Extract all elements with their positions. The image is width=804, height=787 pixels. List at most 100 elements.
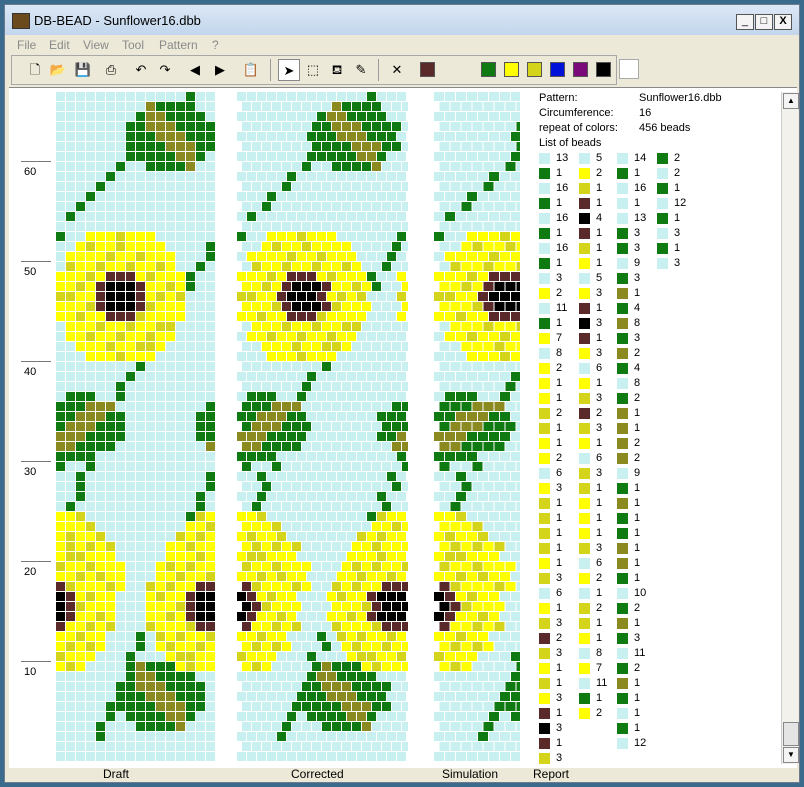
bead-cell[interactable]: [397, 692, 406, 701]
bead-cell[interactable]: [367, 372, 376, 381]
bead-cell[interactable]: [322, 102, 331, 111]
bead-cell[interactable]: [347, 512, 356, 521]
bead-cell[interactable]: [302, 522, 311, 531]
bead-cell[interactable]: [156, 532, 165, 541]
bead-cell[interactable]: [156, 642, 165, 651]
bead-cell[interactable]: [516, 742, 521, 751]
bead-cell[interactable]: [287, 332, 296, 341]
bead-cell[interactable]: [342, 202, 351, 211]
bead-cell[interactable]: [176, 272, 185, 281]
bead-cell[interactable]: [76, 92, 85, 101]
bead-cell[interactable]: [56, 562, 65, 571]
bead-cell[interactable]: [352, 122, 361, 131]
bead-cell[interactable]: [106, 252, 115, 261]
bead-cell[interactable]: [86, 732, 95, 741]
bead-cell[interactable]: [439, 122, 450, 131]
bead-cell[interactable]: [176, 152, 185, 161]
bead-cell[interactable]: [196, 292, 205, 301]
bead-cell[interactable]: [307, 552, 316, 561]
bead-cell[interactable]: [206, 602, 215, 611]
bead-cell[interactable]: [106, 372, 115, 381]
bead-cell[interactable]: [445, 612, 455, 621]
bead-cell[interactable]: [461, 522, 472, 531]
bead-cell[interactable]: [362, 302, 371, 311]
bead-cell[interactable]: [342, 222, 351, 231]
bead-cell[interactable]: [267, 212, 276, 221]
scroll-up-icon[interactable]: ▲: [783, 93, 799, 109]
bead-cell[interactable]: [332, 402, 341, 411]
bead-cell[interactable]: [176, 682, 185, 691]
bead-cell[interactable]: [297, 312, 306, 321]
bead-cell[interactable]: [292, 422, 301, 431]
bead-cell[interactable]: [86, 292, 95, 301]
bead-cell[interactable]: [392, 642, 401, 651]
bead-cell[interactable]: [362, 362, 371, 371]
bead-cell[interactable]: [96, 292, 105, 301]
bead-cell[interactable]: [287, 312, 296, 321]
bead-cell[interactable]: [116, 302, 125, 311]
bead-cell[interactable]: [247, 532, 256, 541]
bead-cell[interactable]: [489, 432, 499, 441]
bead-cell[interactable]: [247, 112, 256, 121]
bead-cell[interactable]: [66, 632, 75, 641]
bead-cell[interactable]: [377, 652, 386, 661]
bead-cell[interactable]: [342, 742, 351, 751]
bead-cell[interactable]: [382, 302, 391, 311]
bead-cell[interactable]: [186, 482, 195, 491]
bead-cell[interactable]: [186, 122, 195, 131]
bead-cell[interactable]: [116, 702, 125, 711]
bead-cell[interactable]: [307, 672, 316, 681]
bead-cell[interactable]: [292, 642, 301, 651]
bead-cell[interactable]: [176, 332, 185, 341]
bead-cell[interactable]: [86, 92, 95, 101]
bead-cell[interactable]: [176, 132, 185, 141]
bead-cell[interactable]: [402, 642, 408, 651]
bead-cell[interactable]: [176, 322, 185, 331]
bead-cell[interactable]: [402, 222, 408, 231]
bead-cell[interactable]: [166, 602, 175, 611]
bead-cell[interactable]: [297, 212, 306, 221]
bead-cell[interactable]: [176, 442, 185, 451]
bead-cell[interactable]: [489, 692, 499, 701]
bead-cell[interactable]: [267, 692, 276, 701]
bead-cell[interactable]: [357, 252, 366, 261]
bead-cell[interactable]: [136, 372, 145, 381]
corrected-pattern-grid[interactable]: [237, 92, 408, 762]
bead-cell[interactable]: [367, 712, 376, 721]
bead-cell[interactable]: [402, 302, 408, 311]
bead-cell[interactable]: [450, 362, 461, 371]
bead-cell[interactable]: [56, 292, 65, 301]
bead-cell[interactable]: [196, 532, 205, 541]
bead-cell[interactable]: [292, 342, 301, 351]
bead-cell[interactable]: [277, 592, 286, 601]
bead-cell[interactable]: [494, 202, 505, 211]
bead-cell[interactable]: [357, 212, 366, 221]
bead-cell[interactable]: [116, 672, 125, 681]
bead-cell[interactable]: [461, 462, 472, 471]
bead-cell[interactable]: [206, 242, 215, 251]
bead-cell[interactable]: [126, 632, 135, 641]
bead-cell[interactable]: [342, 122, 351, 131]
bead-cell[interactable]: [292, 242, 301, 251]
bead-cell[interactable]: [206, 732, 215, 741]
bead-cell[interactable]: [176, 622, 185, 631]
bead-cell[interactable]: [362, 522, 371, 531]
bead-cell[interactable]: [342, 302, 351, 311]
bead-cell[interactable]: [86, 472, 95, 481]
bead-cell[interactable]: [126, 302, 135, 311]
bead-cell[interactable]: [126, 102, 135, 111]
bead-cell[interactable]: [96, 502, 105, 511]
bead-cell[interactable]: [196, 502, 205, 511]
bead-cell[interactable]: [352, 542, 361, 551]
bead-cell[interactable]: [494, 102, 505, 111]
bead-cell[interactable]: [237, 452, 246, 461]
bead-cell[interactable]: [387, 652, 396, 661]
bead-cell[interactable]: [347, 392, 356, 401]
bead-cell[interactable]: [450, 642, 461, 651]
bead-cell[interactable]: [237, 152, 246, 161]
bead-cell[interactable]: [297, 232, 306, 241]
bead-cell[interactable]: [156, 92, 165, 101]
bead-cell[interactable]: [176, 182, 185, 191]
bead-cell[interactable]: [292, 702, 301, 711]
bead-cell[interactable]: [206, 522, 215, 531]
